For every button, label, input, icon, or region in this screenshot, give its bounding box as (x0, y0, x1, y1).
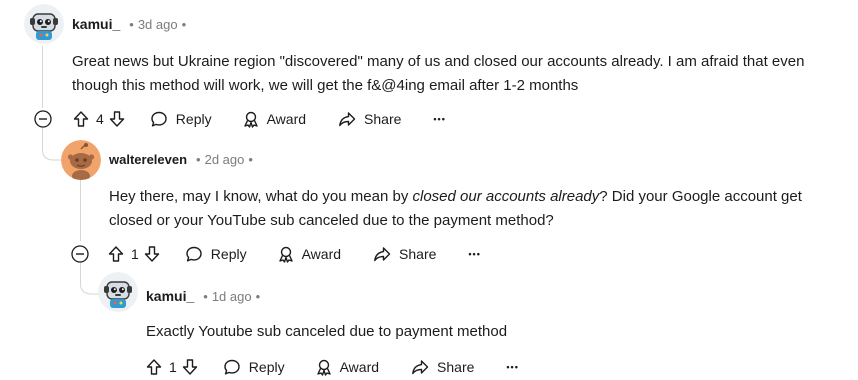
comment-meta: waltereleven • 2d ago • (109, 152, 253, 167)
comment-body: Great news but Ukraine region "discovere… (72, 50, 852, 98)
separator-dot: • (203, 289, 208, 304)
upvote-button[interactable] (72, 110, 90, 128)
reply-button[interactable]: Reply (185, 245, 247, 263)
comment-meta: kamui_ • 3d ago • (72, 16, 186, 32)
avatar[interactable] (24, 4, 64, 44)
share-icon (412, 360, 429, 375)
separator-dot: • (129, 17, 134, 32)
comment-body-text: ? Did your Google account get (599, 188, 802, 205)
separator-dot: • (196, 152, 201, 167)
reply-button[interactable]: Reply (150, 110, 212, 128)
award-icon (278, 246, 293, 263)
award-button[interactable]: Award (277, 245, 341, 263)
comment-body-line: though this method will work, we will ge… (72, 77, 579, 94)
downvote-button[interactable] (108, 110, 126, 128)
comment-actions: 4 Reply Award Share ••• (72, 106, 446, 132)
reply-button[interactable]: Reply (223, 358, 285, 376)
award-label: Award (301, 246, 342, 262)
username[interactable]: kamui_ (72, 16, 120, 32)
upvote-icon (108, 246, 124, 262)
separator-dot: • (181, 17, 187, 32)
robot-avatar-icon (24, 4, 64, 44)
downvote-button[interactable] (181, 358, 199, 376)
collapse-minus-icon[interactable] (71, 245, 89, 263)
more-icon[interactable]: ••• (433, 114, 445, 124)
award-icon (243, 111, 258, 128)
award-button[interactable]: Award (315, 358, 379, 376)
comment-body-line: closed or your YouTube sub canceled due … (109, 212, 554, 229)
reply-bubble-icon (224, 359, 240, 375)
comment-actions: 1 Reply Award Share ••• (145, 354, 519, 380)
avatar[interactable] (61, 140, 101, 180)
more-icon[interactable]: ••• (468, 249, 480, 259)
award-label: Award (266, 111, 307, 127)
username[interactable]: waltereleven (109, 152, 187, 167)
share-button[interactable]: Share (373, 245, 436, 263)
reply-label: Reply (175, 111, 212, 127)
timestamp[interactable]: 3d ago (138, 17, 178, 32)
downvote-button[interactable] (143, 245, 161, 263)
upvote-button[interactable] (107, 245, 125, 263)
downvote-icon (182, 359, 197, 375)
comment-body-line: Hey there, may I know, what do you mean … (109, 185, 854, 209)
comment-body-line: Great news but Ukraine region "discovere… (72, 53, 805, 70)
snoo-avatar-icon (61, 140, 101, 180)
avatar[interactable] (98, 272, 138, 312)
comment-meta: kamui_ • 1d ago • (146, 288, 260, 304)
separator-dot: • (255, 289, 261, 304)
share-icon (374, 247, 391, 262)
downvote-icon (109, 111, 124, 127)
share-button[interactable]: Share (338, 110, 401, 128)
collapse-minus-icon[interactable] (34, 110, 52, 128)
separator-dot: • (248, 152, 253, 167)
upvote-button[interactable] (145, 358, 163, 376)
thread-line-2 (80, 180, 81, 241)
reply-label: Reply (210, 246, 247, 262)
upvote-icon (146, 359, 162, 375)
username[interactable]: kamui_ (146, 288, 194, 304)
reply-label: Reply (248, 359, 285, 375)
comment-body-text: Hey there, may I know, what do you mean … (109, 188, 413, 205)
more-icon[interactable]: ••• (506, 362, 518, 372)
share-label: Share (364, 111, 402, 127)
comment-actions: 1 Reply Award Share ••• (107, 241, 481, 267)
share-icon (339, 112, 356, 127)
vote-count: 4 (96, 111, 104, 127)
downvote-icon (144, 246, 159, 262)
reply-bubble-icon (151, 111, 167, 127)
vote-count: 1 (131, 246, 139, 262)
reply-bubble-icon (186, 246, 202, 262)
comment-body-line: Exactly Youtube sub canceled due to paym… (146, 323, 508, 340)
timestamp[interactable]: 2d ago (205, 152, 245, 167)
award-label: Award (339, 359, 380, 375)
share-button[interactable]: Share (411, 358, 474, 376)
share-label: Share (437, 359, 475, 375)
timestamp[interactable]: 1d ago (212, 289, 252, 304)
upvote-icon (73, 111, 89, 127)
robot-avatar-icon (98, 272, 138, 312)
comment-body: Hey there, may I know, what do you mean … (109, 185, 854, 233)
thread-line-1 (42, 46, 43, 108)
comment-body: Exactly Youtube sub canceled due to paym… (146, 320, 846, 344)
vote-count: 1 (169, 359, 177, 375)
share-label: Share (399, 246, 437, 262)
award-button[interactable]: Award (242, 110, 306, 128)
comment-body-emphasis: closed our accounts already (412, 188, 600, 205)
award-icon (316, 359, 331, 376)
